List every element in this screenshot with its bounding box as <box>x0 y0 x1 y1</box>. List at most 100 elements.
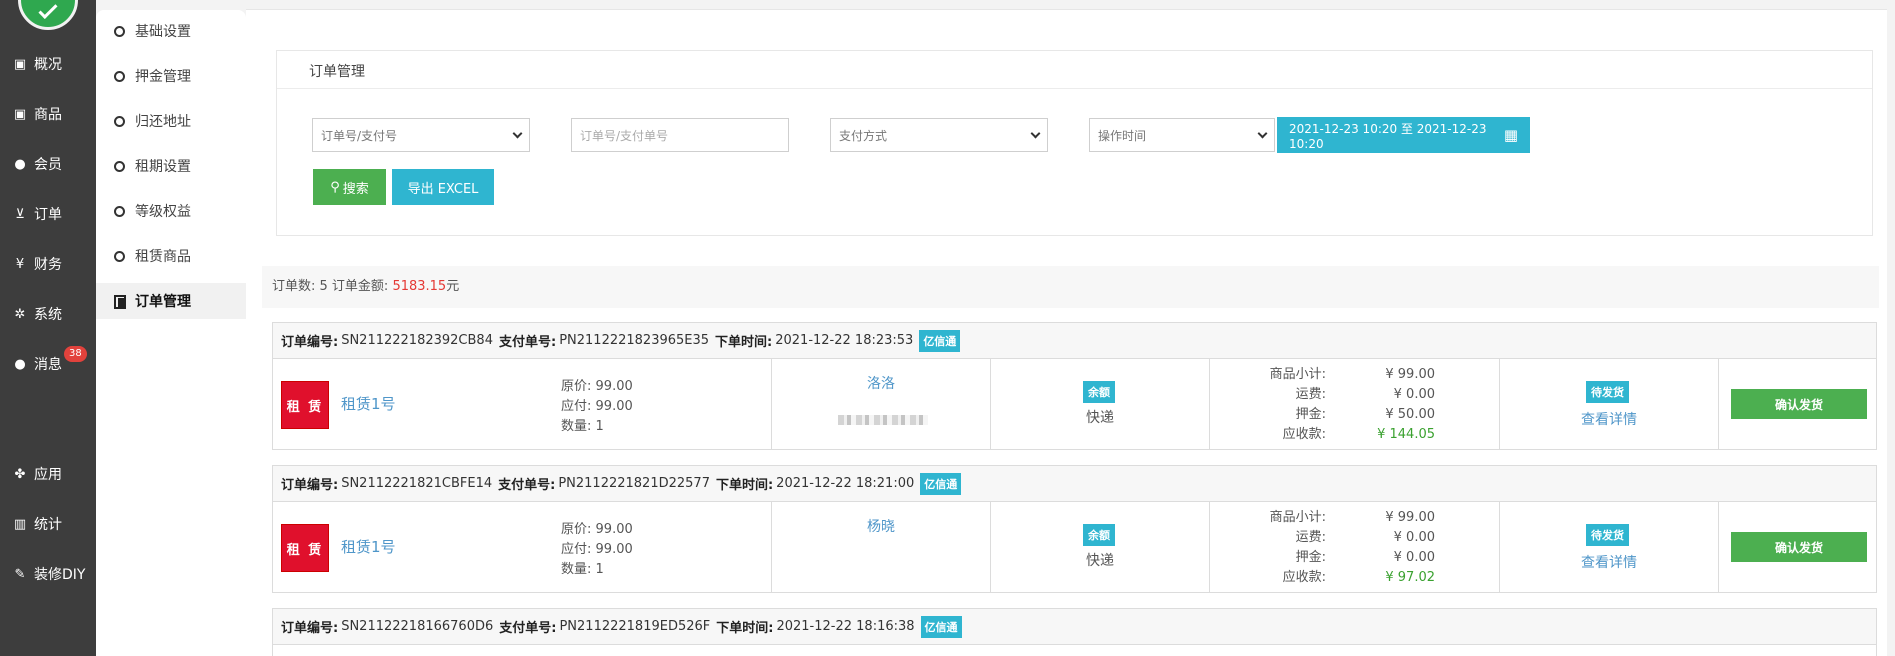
fees-cell: 商品小计: ¥ 99.00 运费: ¥ 0.00 押金: ¥ 0.00 应收款: ¥ 9… <box>1210 502 1500 592</box>
order-header: 订单编号: SN2112221821CBFE14 支付单号: PN211222182… <box>273 466 1876 502</box>
order-time-label: 下单时间: <box>715 478 774 493</box>
nav-item-stats[interactable]: ▥ 统计 <box>0 509 96 539</box>
order-body: 租 赁 租赁1号 原价: 99.00 应付: 99.00 数量: 1 洛洛 余额… <box>273 359 1876 449</box>
order-number: SN2112221821CBFE14 <box>341 476 493 491</box>
chevron-down-icon <box>1257 128 1268 139</box>
channel-tag: 亿信通 <box>920 472 962 495</box>
blurred-contact <box>838 415 928 425</box>
channel-tag: 亿信通 <box>920 615 962 638</box>
pay-number-label: 支付单号: <box>498 478 556 493</box>
subtotal-label: 商品小计: <box>1269 367 1326 382</box>
export-excel-button[interactable]: 导出 EXCEL <box>392 169 494 205</box>
delivery-method: 快递 <box>1086 553 1114 569</box>
date-range-picker[interactable]: 2021-12-23 10:20 至 2021-12-23 10:20 ▦ <box>1277 117 1530 153</box>
payment-tag: 余额 <box>1083 381 1115 403</box>
status-cell: 待发货 查看详情 <box>1500 502 1719 592</box>
buyer-name-link[interactable]: 洛洛 <box>772 373 990 393</box>
submenu: 基础设置 押金管理 归还地址 租期设置 等级权益 租赁商品 订单管理 <box>96 10 246 656</box>
order-card: 订单编号: SN21122218166760D6 支付单号: PN211222181… <box>272 608 1877 656</box>
submenu-item-order-management[interactable]: 订单管理 <box>96 283 246 319</box>
orig-price: 99.00 <box>595 522 633 537</box>
submenu-item-return-address[interactable]: 归还地址 <box>96 103 246 139</box>
freight: ¥ 0.00 <box>1393 387 1435 402</box>
search-button[interactable]: ⚲ 搜索 <box>313 169 386 205</box>
payment-method-select[interactable]: 支付方式 <box>830 118 1048 152</box>
nav-item-goods[interactable]: ▣ 商品 <box>0 99 96 129</box>
submenu-item-lease-term[interactable]: 租期设置 <box>96 148 246 184</box>
nav-item-members[interactable]: ● 会员 <box>0 149 96 179</box>
cart-icon: ⊻ <box>15 206 25 222</box>
status-badge: 待发货 <box>1586 524 1629 546</box>
order-body: 租 赁 租赁1号 原价: 99.00 应付: 99.00 数量: 1 杨晓 余额… <box>273 502 1876 592</box>
order-number-input[interactable]: 订单号/支付单号 <box>571 118 789 152</box>
fees-list: 商品小计: ¥ 99.00 运费: ¥ 0.00 押金: ¥ 50.00 应收款: ¥ … <box>1210 365 1499 445</box>
delivery-method: 快递 <box>1086 410 1114 426</box>
order-number: SN211222182392CB84 <box>341 333 493 348</box>
nav-item-label: 会员 <box>34 157 62 173</box>
nav-item-system[interactable]: ✲ 系统 <box>0 299 96 329</box>
subtotal: ¥ 99.00 <box>1385 367 1435 382</box>
nav-item-finance[interactable]: ¥ 财务 <box>0 249 96 279</box>
nav-item-label: 统计 <box>34 517 62 533</box>
nav-item-label: 订单 <box>34 207 62 223</box>
view-detail-link[interactable]: 查看详情 <box>1500 409 1718 429</box>
nav-item-overview[interactable]: ▣ 概况 <box>0 49 96 79</box>
message-count-badge: 38 <box>64 346 87 362</box>
confirm-ship-button[interactable]: 确认发货 <box>1731 389 1867 419</box>
filter-panel: 订单管理 订单号/支付号 订单号/支付单号 支付方式 操作时间 2021-12-… <box>276 50 1873 236</box>
product-name-link[interactable]: 租赁1号 <box>341 393 396 414</box>
bar-chart-icon: ▥ <box>13 516 27 532</box>
submenu-item-level-rights[interactable]: 等级权益 <box>96 193 246 229</box>
deposit: ¥ 50.00 <box>1385 407 1435 422</box>
view-detail-link[interactable]: 查看详情 <box>1500 552 1718 572</box>
nav-item-orders[interactable]: ⊻ 订单 <box>0 199 96 229</box>
product-name-link[interactable]: 租赁1号 <box>341 536 396 557</box>
submenu-item-lease-goods[interactable]: 租赁商品 <box>96 238 246 274</box>
product-cell: 租 赁 租赁1号 原价: 99.00 应付: 99.00 数量: 1 <box>273 359 772 449</box>
fees-list: 商品小计: ¥ 99.00 运费: ¥ 0.00 押金: ¥ 0.00 应收款: ¥ 9… <box>1210 508 1499 588</box>
status-cell: 待发货 查看详情 <box>1500 359 1719 449</box>
product-prices: 原价: 99.00 应付: 99.00 数量: 1 <box>561 520 633 580</box>
confirm-ship-button[interactable]: 确认发货 <box>1731 532 1867 562</box>
panel-title: 订单管理 <box>277 51 1872 89</box>
nav-item-decoration[interactable]: ✎ 装修DIY <box>0 559 96 589</box>
submenu-item-basic-settings[interactable]: 基础设置 <box>96 13 246 49</box>
pay-number: PN2112221821D22577 <box>558 476 710 491</box>
order-time: 2021-12-22 18:16:38 <box>776 619 915 634</box>
status-badge: 待发货 <box>1586 381 1629 403</box>
top-bar <box>246 0 1895 10</box>
subtotal-label: 商品小计: <box>1269 510 1326 525</box>
orig-price-label: 原价: <box>561 522 592 537</box>
export-excel-button-label: 导出 EXCEL <box>407 181 479 197</box>
nav-item-label: 消息 <box>34 357 62 373</box>
submenu-item-deposit[interactable]: 押金管理 <box>96 58 246 94</box>
buyer-name-link[interactable]: 杨晓 <box>772 516 990 536</box>
payment-cell: 余额 快递 <box>991 359 1210 449</box>
users-icon: ● <box>14 156 26 172</box>
submenu-item-label: 租期设置 <box>135 159 191 175</box>
apps-icon: ✤ <box>14 466 26 482</box>
nav-item-label: 概况 <box>34 57 62 73</box>
qty-label: 数量: <box>561 562 592 577</box>
order-summary: 订单数: 5 订单金额: 5183.15元 <box>262 266 1879 308</box>
nav-item-apps[interactable]: ✤ 应用 <box>0 459 96 489</box>
circle-icon <box>114 160 125 172</box>
order-number-select[interactable]: 订单号/支付号 <box>312 118 530 152</box>
operation-time-select[interactable]: 操作时间 <box>1089 118 1275 152</box>
order-time-label: 下单时间: <box>715 335 773 350</box>
deposit: ¥ 0.00 <box>1393 550 1435 565</box>
nav-item-messages[interactable]: ● 消息 38 <box>0 346 96 379</box>
orig-price: 99.00 <box>595 379 633 394</box>
circle-icon <box>114 205 125 217</box>
circle-icon <box>114 70 125 82</box>
main-nav: ▣ 概况 ▣ 商品 ● 会员 ⊻ 订单 ¥ 财务 ✲ 系统 ● 消息 38 ✤ 应用 ▥ 统计 ✎… <box>0 0 96 656</box>
pay-number-label: 支付单号: <box>499 621 557 636</box>
action-cell: 确认发货 <box>1719 359 1877 449</box>
chevron-down-icon <box>1030 128 1041 139</box>
freight-label: 运费: <box>1295 530 1326 545</box>
order-time: 2021-12-22 18:21:00 <box>776 476 915 491</box>
nav-item-label: 系统 <box>34 307 62 323</box>
qty-label: 数量: <box>561 419 592 434</box>
yen-icon: ¥ <box>15 256 25 272</box>
buyer-cell: 杨晓 <box>772 502 991 592</box>
